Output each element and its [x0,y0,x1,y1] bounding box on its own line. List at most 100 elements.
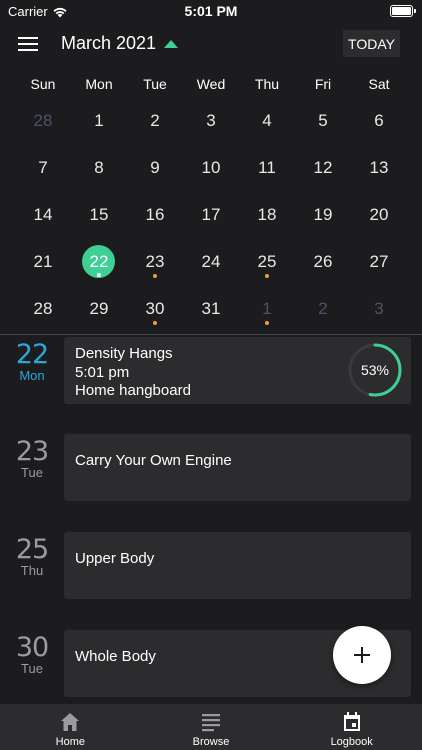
weekday-label: Wed [196,76,226,92]
log-day-name: Tue [21,465,43,480]
battery-icon [390,5,416,17]
calendar-day-number: 31 [201,299,221,318]
progress-ring: 53% [347,342,403,398]
weekday-label: Mon [85,76,113,92]
workout-time: 5:01 pm [75,363,130,381]
workout-card[interactable]: Upper Body [64,532,411,599]
home-icon [61,713,80,731]
calendar-day[interactable]: 28 [15,287,71,334]
workout-title: Density Hangs [75,345,173,362]
log-date: 30 Tue [8,634,56,676]
calendar-day[interactable]: 1 [71,99,127,146]
calendar-day[interactable]: 18 [239,193,295,240]
status-time: 5:01 PM [184,3,238,19]
calendar-day[interactable]: 1 [239,287,295,334]
calendar-day[interactable]: 2 [295,287,351,334]
calendar-day[interactable]: 31 [183,287,239,334]
calendar-day[interactable]: 19 [295,193,351,240]
calendar-day-number: 1 [262,299,272,318]
calendar-day[interactable]: 24 [183,240,239,287]
calendar-day-number: 30 [145,299,165,318]
calendar-day-number: 29 [89,299,109,318]
calendar-day[interactable]: 9 [127,146,183,193]
calendar-grid: 28 1 2 3 4 5 6 7 8 9 10 11 12 13 14 15 16 17 18 19 20 21 22 23 2… [15,99,407,334]
calendar-day[interactable]: 15 [71,193,127,240]
weekday-label: Thu [254,76,280,92]
calendar-day[interactable]: 29 [71,287,127,334]
calendar-day[interactable]: 23 [127,240,183,287]
weekday-header: Sun Mon Tue Wed Thu Fri Sat [15,76,407,92]
calendar-day-number: 2 [318,299,328,318]
calendar-day[interactable]: 3 [351,287,407,334]
calendar-day-number: 17 [201,205,221,224]
calendar-day[interactable]: 5 [295,99,351,146]
calendar-day[interactable]: 21 [15,240,71,287]
caret-up-icon [164,40,179,48]
calendar-day-number: 11 [258,158,276,177]
calendar-day-number: 9 [150,158,160,177]
calendar-day[interactable]: 2 [127,99,183,146]
calendar-day-number: 23 [145,252,165,271]
calendar-day[interactable]: 3 [183,99,239,146]
calendar-day[interactable]: 8 [71,146,127,193]
calendar-day-number: 18 [257,205,277,224]
calendar-day[interactable]: 30 [127,287,183,334]
calendar-day[interactable]: 25 [239,240,295,287]
calendar-day-number: 21 [33,252,53,271]
calendar-day-number: 10 [201,158,221,177]
calendar-day-number: 26 [313,252,333,271]
calendar-day-number: 5 [318,111,328,130]
calendar-day[interactable]: 14 [15,193,71,240]
tab-home[interactable]: Home [0,704,141,750]
calendar-day-number: 13 [369,158,389,177]
workout-card-text: Density Hangs 5:01 pm Home hangboard [75,345,191,401]
tab-label: Browse [192,736,230,748]
calendar-day[interactable]: 11 [239,146,295,193]
calendar-day-number: 2 [150,111,160,130]
calendar-day[interactable]: 17 [183,193,239,240]
calendar-day[interactable]: 6 [351,99,407,146]
calendar-day[interactable]: 26 [295,240,351,287]
calendar-week-row: 14 15 16 17 18 19 20 [15,193,407,240]
log-date: 23 Tue [8,438,56,480]
calendar-day[interactable]: 20 [351,193,407,240]
calendar-day[interactable]: 13 [351,146,407,193]
calendar-day-number: 7 [38,158,48,177]
divider [0,334,422,335]
calendar-day[interactable]: 27 [351,240,407,287]
tab-browse[interactable]: Browse [141,704,282,750]
workout-location: Home hangboard [75,382,191,399]
workout-card[interactable]: Density Hangs 5:01 pm Home hangboard 53% [64,337,411,404]
calendar-day-selected[interactable]: 22 [71,240,127,287]
month-selector[interactable]: March 2021 [61,33,179,54]
list-icon [202,714,220,732]
calendar-day-number: 28 [33,111,53,130]
log-day-number: 23 [15,436,49,467]
calendar-day-number: 3 [374,299,384,318]
calendar-day[interactable]: 10 [183,146,239,193]
tab-label: Logbook [330,736,373,748]
calendar-day-number: 1 [94,111,104,130]
workout-indicator-dot [153,274,157,278]
calendar-day-number: 25 [257,252,277,271]
calendar-day-number: 24 [201,252,221,271]
calendar-day-number: 3 [206,111,216,130]
calendar-day[interactable]: 16 [127,193,183,240]
calendar-icon [343,712,360,731]
calendar-day-number: 6 [374,111,384,130]
calendar-day[interactable]: 7 [15,146,71,193]
calendar-day-number: 28 [33,299,53,318]
workout-indicator-dot [265,321,269,325]
log-day-number: 22 [15,339,49,370]
log-date: 25 Thu [8,536,56,578]
calendar-day[interactable]: 4 [239,99,295,146]
weekday-label: Fri [314,76,332,92]
tab-logbook[interactable]: Logbook [281,704,422,750]
today-button[interactable]: TODAY [343,30,400,57]
add-workout-button[interactable] [333,626,391,684]
calendar-day[interactable]: 28 [15,99,71,146]
workout-card[interactable]: Carry Your Own Engine [64,434,411,501]
calendar-day-number: 16 [145,205,165,224]
menu-icon[interactable] [18,37,38,52]
calendar-day[interactable]: 12 [295,146,351,193]
